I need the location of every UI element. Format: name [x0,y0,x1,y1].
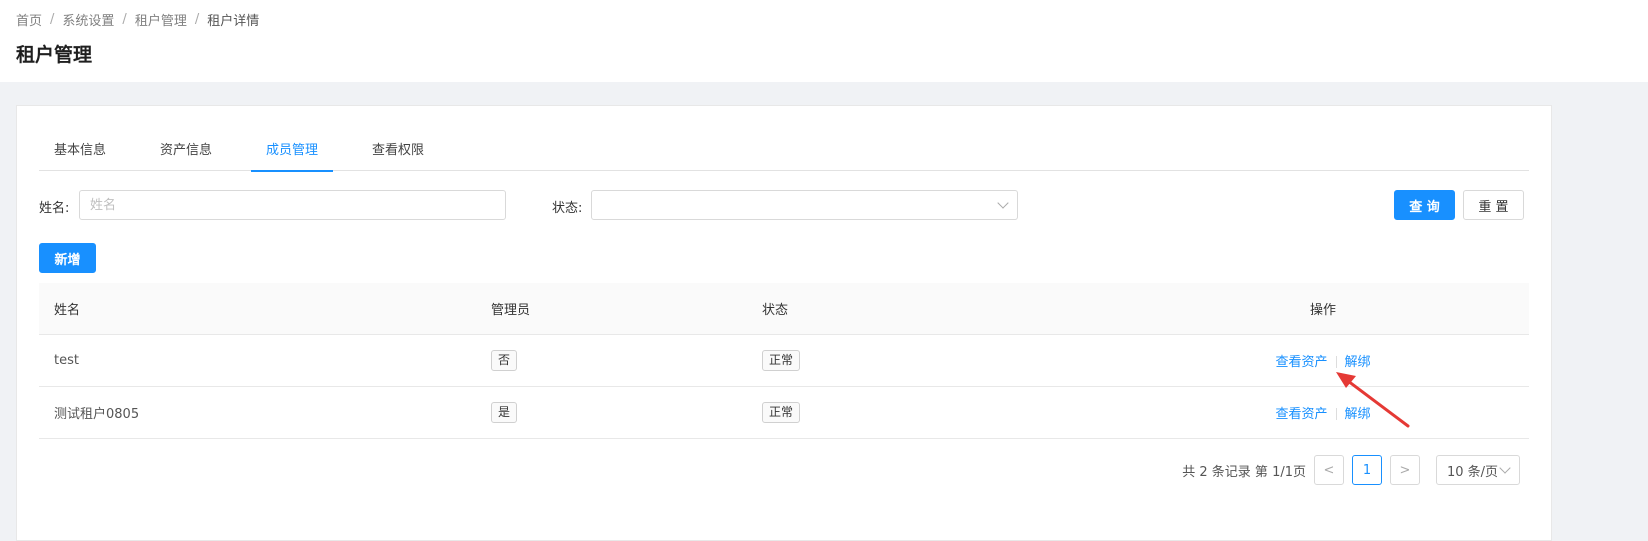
status-filter-label: 状态: [552,201,583,216]
member-table: 姓名 管理员 状态 操作 test 否 正常 查看资产 解绑 测试租户0805 是… [39,283,1529,439]
page-size-value: 10 条/页 [1447,464,1499,480]
breadcrumb-system-settings[interactable]: 系统设置 [62,10,114,29]
column-header-name: 姓名 [39,283,476,335]
status-tag: 正常 [762,349,801,371]
admin-tag: 是 [491,401,518,423]
breadcrumb-home[interactable]: 首页 [16,10,42,29]
view-assets-link[interactable]: 查看资产 [1275,407,1327,422]
column-header-admin: 管理员 [476,283,747,335]
tab-bar: 基本信息 资产信息 成员管理 查看权限 [39,136,1529,172]
status-tag: 正常 [762,401,801,423]
arrow-shaft [1342,376,1410,428]
page-size-select[interactable]: 10 条/页 [1436,455,1520,485]
chevron-down-icon [997,197,1009,209]
page-header: 首页 / 系统设置 / 租户管理 / 租户详情 租户管理 [0,0,1648,82]
page-title: 租户管理 [16,44,93,66]
view-assets-link[interactable]: 查看资产 [1275,355,1327,370]
chevron-down-icon [1499,462,1511,474]
cell-name: 测试租户0805 [39,386,476,439]
query-button[interactable]: 查 询 [1394,190,1455,220]
tab-view-permissions[interactable]: 查看权限 [357,136,439,171]
pagination-summary: 共 2 条记录 第 1/1页 [1182,464,1306,480]
reset-button[interactable]: 重 置 [1463,190,1524,220]
page-number-button[interactable]: 1 [1352,455,1382,485]
table-row: 测试租户0805 是 正常 查看资产 解绑 [39,386,1529,439]
table-row: test 否 正常 查看资产 解绑 [39,334,1529,387]
breadcrumb-tenant-management[interactable]: 租户管理 [135,10,187,29]
action-divider [1335,356,1337,368]
cell-name: test [39,334,476,387]
prev-page-button[interactable]: < [1314,455,1344,485]
breadcrumb: 首页 / 系统设置 / 租户管理 / 租户详情 [16,10,259,29]
pagination: 共 2 条记录 第 1/1页 < 1 > 10 条/页 [1182,455,1520,485]
content-card: 基本信息 资产信息 成员管理 查看权限 姓名: 状态: 查 询 重 置 新增 姓… [16,105,1552,541]
table-header-row: 姓名 管理员 状态 操作 [39,283,1529,335]
admin-tag: 否 [491,349,518,371]
next-page-button[interactable]: > [1390,455,1420,485]
name-filter-label: 姓名: [39,201,70,216]
name-input[interactable] [79,190,506,220]
annotation-arrow-icon [1336,372,1410,428]
status-select[interactable] [591,190,1018,220]
add-button[interactable]: 新增 [39,243,96,273]
tab-asset-info[interactable]: 资产信息 [145,136,227,171]
cell-actions: 查看资产 解绑 [1117,386,1529,439]
breadcrumb-separator: / [122,12,127,27]
column-header-actions: 操作 [1117,283,1529,335]
cell-actions: 查看资产 解绑 [1117,334,1529,387]
breadcrumb-separator: / [194,12,200,27]
tab-member-management[interactable]: 成员管理 [251,136,334,172]
tab-basic-info[interactable]: 基本信息 [39,136,121,171]
column-header-status: 状态 [747,283,1117,335]
breadcrumb-tenant-detail: 租户详情 [207,14,260,29]
breadcrumb-separator: / [50,12,55,27]
